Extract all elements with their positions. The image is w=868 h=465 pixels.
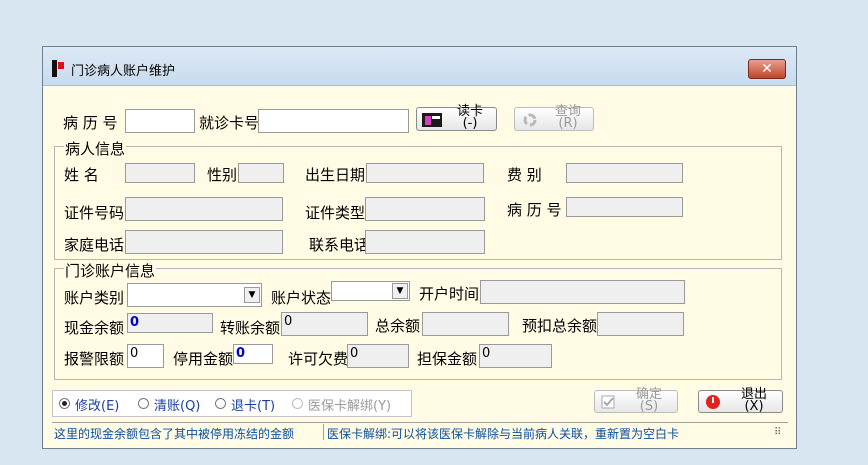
guarantee-label: 担保金额	[417, 350, 478, 368]
status-right-text: 医保卡解绑:可以将该医保卡解除与当前病人关联，重新置为空白卡	[327, 427, 680, 440]
resize-grip-icon[interactable]: ⠿	[774, 427, 781, 438]
id-type-field[interactable]	[365, 197, 485, 221]
name-label: 姓 名	[64, 166, 99, 184]
credit-limit-label: 许可欠费	[288, 350, 348, 368]
mode-radio-3[interactable]	[292, 398, 303, 409]
id-type-label: 证件类型	[305, 204, 366, 222]
suspend-amount-label: 停用金额	[173, 350, 233, 368]
birth-label: 出生日期	[305, 166, 366, 184]
home-phone-label: 家庭电话	[64, 236, 125, 254]
title-bar: 门诊病人账户维护 ✕	[43, 47, 796, 86]
open-time-label: 开户时间	[419, 285, 480, 303]
status-bar: 这里的现金余额包含了其中被停用冻结的金额 医保卡解绑:可以将该医保卡解除与当前病…	[52, 422, 788, 441]
fee-label: 费 别	[507, 166, 542, 184]
patient-record-field[interactable]	[566, 197, 683, 217]
fee-type-field[interactable]	[566, 163, 683, 183]
chevron-down-icon[interactable]: ▼	[244, 287, 260, 303]
gender-label: 性别	[207, 166, 238, 184]
contact-phone-label: 联系电话	[309, 236, 366, 254]
id-number-label: 证件号码	[64, 204, 125, 222]
exit-key: (X)	[744, 399, 764, 414]
card-label: 就诊卡号	[199, 114, 259, 132]
mode-label-2[interactable]: 退卡(T)	[231, 395, 275, 414]
transfer-balance-field[interactable]: 0	[281, 312, 368, 336]
name-field[interactable]	[125, 163, 195, 183]
status-left-text: 这里的现金余额包含了其中被停用冻结的金额	[54, 427, 295, 440]
guarantee-field[interactable]: 0	[479, 344, 552, 368]
record-number-input[interactable]	[125, 109, 195, 133]
account-status-select[interactable]: ▼	[331, 281, 410, 301]
mode-radio-2[interactable]	[215, 398, 226, 409]
mode-label-3[interactable]: 医保卡解绑(Y)	[308, 395, 391, 414]
card-reader-icon	[422, 113, 442, 127]
birth-date-field[interactable]	[366, 163, 484, 183]
account-info-legend: 门诊账户信息	[64, 260, 157, 281]
account-type-label: 账户类别	[64, 289, 125, 307]
query-key: (R)	[558, 116, 578, 131]
exit-button[interactable]: 退出 (X)	[698, 388, 783, 414]
home-phone-field[interactable]	[125, 230, 283, 254]
mode-label-1[interactable]: 清账(Q)	[154, 395, 200, 414]
contact-phone-field[interactable]	[365, 230, 485, 254]
close-button[interactable]: ✕	[748, 59, 786, 79]
transfer-balance-label: 转账余额	[220, 319, 281, 337]
main-window: 门诊病人账户维护 ✕ 病 历 号 就诊卡号 读卡 (-) 查询 (R) 病人信息 姓…	[42, 46, 797, 449]
cash-balance-label: 现金余额	[64, 319, 125, 337]
power-icon	[706, 395, 720, 409]
mode-label-0[interactable]: 修改(E)	[75, 395, 119, 414]
read-card-key: (-)	[462, 116, 478, 131]
query-button[interactable]: 查询 (R)	[514, 105, 594, 131]
prepaid-label: 预扣总余额	[522, 317, 598, 335]
total-balance-field[interactable]	[422, 312, 509, 336]
record-label: 病 历 号	[63, 114, 118, 132]
checkbox-icon	[601, 395, 615, 409]
account-type-select[interactable]: ▼	[127, 283, 262, 307]
card-number-input[interactable]	[258, 109, 409, 133]
id-number-field[interactable]	[125, 197, 283, 221]
confirm-button[interactable]: 确定 (S)	[594, 388, 678, 414]
account-status-label: 账户状态	[271, 289, 332, 307]
patient-record-label: 病 历 号	[507, 201, 562, 219]
mode-radio-0[interactable]	[59, 398, 70, 409]
total-balance-label: 总余额	[375, 317, 421, 335]
chevron-down-icon[interactable]: ▼	[392, 283, 408, 299]
open-time-field[interactable]	[480, 280, 685, 304]
patient-info-legend: 病人信息	[64, 138, 127, 159]
read-card-button[interactable]: 读卡 (-)	[416, 105, 497, 131]
cash-balance-field[interactable]: 0	[127, 313, 213, 333]
alarm-limit-label: 报警限额	[64, 350, 125, 368]
credit-limit-field[interactable]: 0	[347, 344, 409, 368]
refresh-icon	[523, 113, 537, 127]
prepaid-field[interactable]	[597, 312, 684, 336]
confirm-key: (S)	[639, 399, 659, 414]
suspend-amount-input[interactable]: 0	[233, 344, 273, 364]
window-title: 门诊病人账户维护	[71, 64, 176, 79]
alarm-limit-input[interactable]: 0	[127, 344, 164, 368]
mode-radio-1[interactable]	[138, 398, 149, 409]
gender-field[interactable]	[238, 163, 284, 183]
app-icon	[52, 60, 64, 77]
